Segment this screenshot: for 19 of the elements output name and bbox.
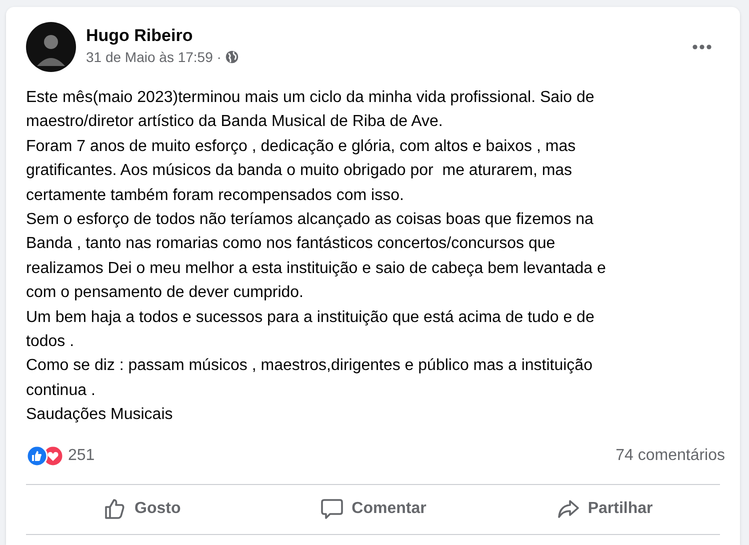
comments-count[interactable]: 74 comentários <box>616 444 725 468</box>
post-timestamp[interactable]: 31 de Maio às 17:59 · <box>86 47 222 67</box>
reaction-count[interactable]: 251 <box>68 444 95 468</box>
post-paragraph: Sem o esforço de todos não teríamos alcançado as coisas boas que fizemos na Banda , tanto nas romarias como nos fantásticos concertos/concursos que realizamos Dei o meu melhor a esta instituição e saio de cabeça bem levantada e com o pensamento de dever cumprido. <box>26 210 607 304</box>
post-paragraph: Saudações Musicais <box>26 405 174 426</box>
speech-bubble-icon <box>320 497 344 522</box>
share-button[interactable]: Partilhar <box>488 489 720 530</box>
like-button[interactable]: Gosto <box>26 489 258 530</box>
avatar[interactable] <box>26 22 76 72</box>
comment-button[interactable]: Comentar <box>257 489 489 530</box>
post-paragraph: Um bem haja a todos e sucessos para a instituição que está acima de tudo e de todos . <box>26 308 596 352</box>
post-paragraph: Como se diz : passam músicos , maestros,dirigentes e público mas a instituição continua . <box>26 356 594 401</box>
post-paragraph: Foram 7 anos de muito esforço , dedicação e glória, com altos e baixos , mas gratificantes. Aos músicos da banda o muito obrigado por me aturarem, mas certamente também foram recompensados com isso. <box>26 136 577 206</box>
author-name[interactable]: Hugo Ribeiro <box>86 25 682 47</box>
post-paragraph: Este mês(maio 2023)terminou mais um ciclo da minha vida profissional. Saio de maestro/diretor artístico da Banda Musical de Riba de Ave. <box>26 88 596 132</box>
thumbs-up-icon <box>102 497 127 522</box>
more-options-icon[interactable] <box>692 44 712 50</box>
reaction-icons[interactable] <box>26 444 64 467</box>
globe-icon <box>225 50 240 64</box>
